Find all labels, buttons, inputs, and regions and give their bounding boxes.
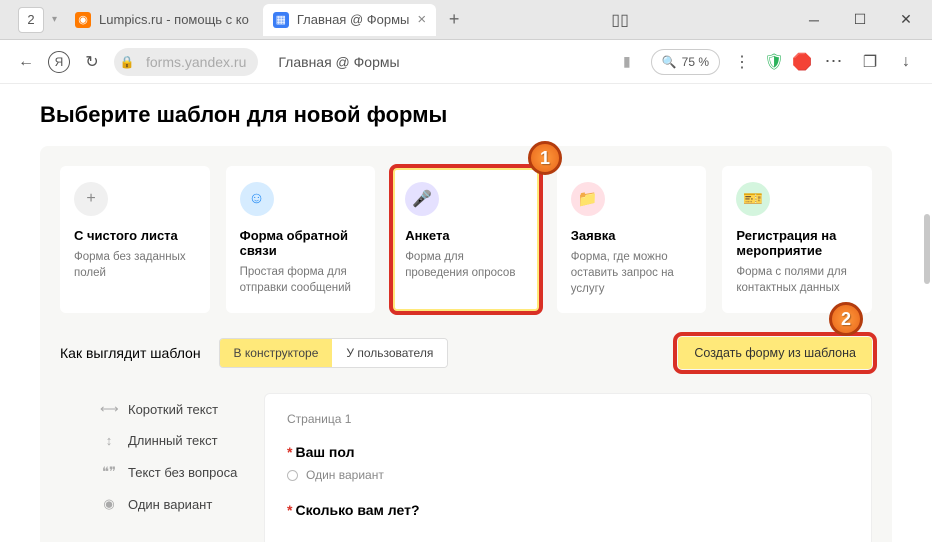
required-star: *: [287, 444, 292, 460]
callout-2: 2: [829, 302, 863, 336]
card-desc: Форма для проведения опросов: [405, 249, 527, 281]
ticket-icon: 🎫: [736, 182, 770, 216]
new-tab-button[interactable]: +: [440, 6, 468, 34]
tab-favicon-0: ◉: [75, 12, 91, 28]
url-text: forms.yandex.ru: [140, 48, 258, 76]
close-window-button[interactable]: ✕: [884, 3, 928, 37]
ublock-icon[interactable]: 🛑: [792, 52, 812, 72]
short-text-icon: ⟷: [100, 401, 118, 417]
radio-empty-icon: [287, 470, 298, 481]
chevron-down-icon[interactable]: ▾: [52, 14, 57, 25]
page-title-display: Главная @ Формы: [278, 54, 615, 70]
close-tab-icon[interactable]: ×: [417, 11, 426, 28]
maximize-button[interactable]: ☐: [838, 3, 882, 37]
magnify-icon: 🔍: [662, 55, 677, 69]
mic-icon: 🎤: [405, 182, 439, 216]
card-title: Форма обратной связи: [240, 228, 362, 258]
overflow-button[interactable]: ⋯: [820, 48, 848, 76]
scrollbar[interactable]: [924, 214, 930, 284]
card-desc: Простая форма для отправки сообщений: [240, 264, 362, 296]
radio-icon: ◉: [100, 496, 118, 512]
card-title: Анкета: [405, 228, 527, 243]
form-page-label: Страница 1: [287, 412, 849, 426]
browser-tab-1[interactable]: ▦ Главная @ Формы ×: [263, 4, 436, 36]
card-title: Заявка: [571, 228, 693, 243]
menu-dots-button[interactable]: ⋮: [728, 48, 756, 76]
field-type-short[interactable]: ⟷Короткий текст: [100, 393, 240, 425]
templates-section: + С чистого листа Форма без заданных пол…: [40, 146, 892, 542]
browser-tab-0[interactable]: ◉ Lumpics.ru - помощь с ко: [65, 4, 259, 36]
bookmark-icon[interactable]: ▮: [623, 53, 631, 70]
template-card-feedback[interactable]: ☺ Форма обратной связи Простая форма для…: [226, 166, 376, 313]
downloads-button[interactable]: ↓: [892, 48, 920, 76]
folder-icon: 📁: [571, 182, 605, 216]
card-desc: Форма с полями для контактных данных: [736, 264, 858, 296]
browser-titlebar: 2 ▾ ◉ Lumpics.ru - помощь с ко ▦ Главная…: [0, 0, 932, 40]
back-button[interactable]: ←: [12, 48, 40, 76]
field-type-noq[interactable]: ❝❞Текст без вопроса: [100, 456, 240, 488]
segment-constructor[interactable]: В конструкторе: [220, 339, 333, 367]
reading-list-icon[interactable]: ▯▯: [611, 10, 629, 30]
card-desc: Форма, где можно оставить запрос на услу…: [571, 249, 693, 297]
question-1[interactable]: *Ваш пол Один вариант: [287, 444, 849, 482]
segment-user[interactable]: У пользователя: [332, 339, 447, 367]
create-form-button[interactable]: Создать форму из шаблона: [678, 337, 872, 369]
tab-counter[interactable]: 2: [18, 7, 44, 33]
field-types-list: ⟷Короткий текст ↕Длинный текст ❝❞Текст б…: [60, 393, 240, 542]
required-star: *: [287, 502, 292, 518]
address-bar: ← Я ↻ 🔒 forms.yandex.ru Главная @ Формы …: [0, 40, 932, 84]
quote-icon: ❝❞: [100, 464, 118, 480]
page-content: Выберите шаблон для новой формы + С чист…: [0, 84, 932, 542]
card-title: Регистрация на мероприятие: [736, 228, 858, 258]
card-desc: Форма без заданных полей: [74, 249, 196, 281]
tab-title-1: Главная @ Формы: [297, 12, 410, 27]
question-2[interactable]: *Сколько вам лет?: [287, 502, 849, 518]
tab-title-0: Lumpics.ru - помощь с ко: [99, 12, 249, 27]
view-toggle: В конструкторе У пользователя: [219, 338, 449, 368]
smile-icon: ☺: [240, 182, 274, 216]
template-card-blank[interactable]: + С чистого листа Форма без заданных пол…: [60, 166, 210, 313]
lock-icon: 🔒: [114, 48, 140, 76]
form-preview: Страница 1 *Ваш пол Один вариант *Скольк…: [264, 393, 872, 542]
page-heading: Выберите шаблон для новой формы: [40, 102, 892, 128]
reload-button[interactable]: ↻: [78, 48, 106, 76]
template-card-survey[interactable]: 🎤 Анкета Форма для проведения опросов: [391, 166, 541, 313]
minimize-button[interactable]: ─: [792, 3, 836, 37]
template-card-registration[interactable]: 🎫 Регистрация на мероприятие Форма с пол…: [722, 166, 872, 313]
field-type-radio[interactable]: ◉Один вариант: [100, 488, 240, 520]
long-text-icon: ↕: [100, 433, 118, 448]
yandex-button[interactable]: Я: [48, 51, 70, 73]
tab-favicon-1: ▦: [273, 12, 289, 28]
plus-icon: +: [74, 182, 108, 216]
field-type-long[interactable]: ↕Длинный текст: [100, 425, 240, 456]
template-card-request[interactable]: 📁 Заявка Форма, где можно оставить запро…: [557, 166, 707, 313]
zoom-indicator[interactable]: 🔍75 %: [651, 49, 720, 75]
extensions-icon[interactable]: ❐: [856, 48, 884, 76]
url-field[interactable]: 🔒 forms.yandex.ru: [114, 47, 258, 77]
preview-label: Как выглядит шаблон: [60, 345, 201, 361]
callout-1: 1: [528, 141, 562, 175]
adguard-icon[interactable]: 🛡: [764, 52, 784, 72]
card-title: С чистого листа: [74, 228, 196, 243]
